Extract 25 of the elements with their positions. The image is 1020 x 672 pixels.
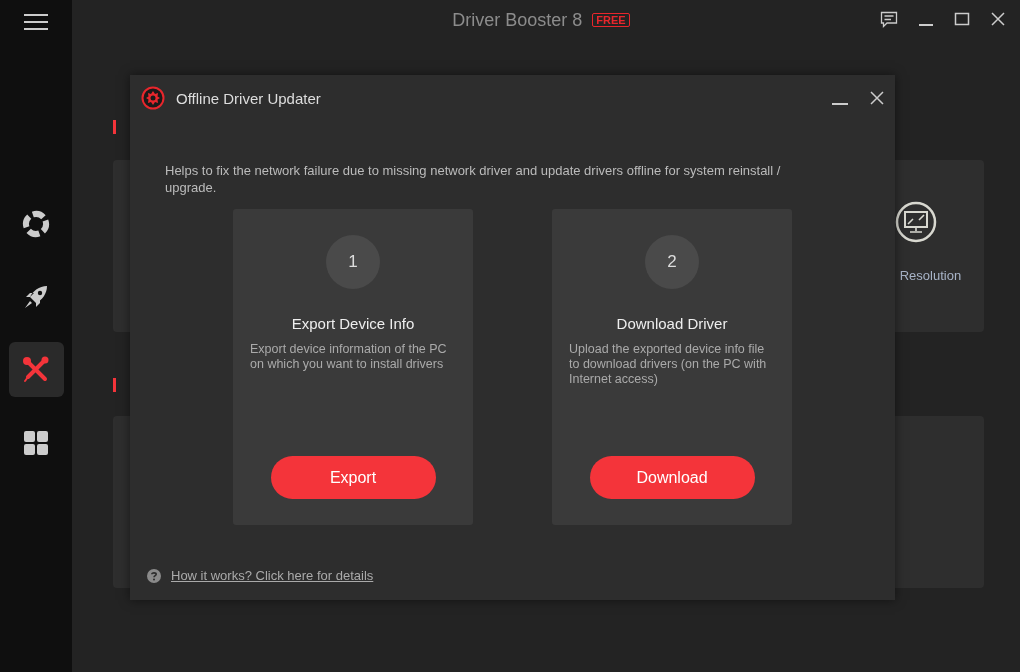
- dialog-title: Offline Driver Updater: [176, 89, 321, 107]
- monitor-icon: [894, 200, 939, 244]
- step-number: 1: [326, 235, 380, 289]
- export-button[interactable]: Export: [270, 456, 436, 499]
- menu-icon[interactable]: [24, 13, 48, 31]
- section-marker: [113, 378, 116, 392]
- description-text: Helps to fix the network failure due to missing network driver and update drivers offline for system reinstall / upgrade.: [165, 162, 782, 196]
- step-description: Export device information of the PC on which you want to install drivers: [249, 342, 448, 372]
- window-title: Driver Booster 8: [452, 9, 583, 31]
- app-logo-icon: [141, 86, 165, 110]
- tools-icon: [21, 354, 51, 385]
- lifebuoy-icon: [22, 209, 50, 238]
- grid-icon: [23, 429, 49, 456]
- close-icon[interactable]: [869, 90, 885, 106]
- free-badge: FREE: [592, 13, 630, 27]
- step-description: Upload the exported device info file to download drivers (on the PC with Internet access): [568, 342, 768, 387]
- step-number: 2: [645, 235, 699, 289]
- step-title: Export Device Info: [291, 315, 415, 332]
- feedback-icon[interactable]: [880, 11, 898, 29]
- step-title: Download Driver: [616, 315, 728, 332]
- section-marker: [113, 120, 116, 134]
- sidebar-tools-button[interactable]: [8, 342, 64, 397]
- download-button[interactable]: Download: [589, 456, 755, 499]
- help-icon: [147, 568, 161, 583]
- help-link[interactable]: How it works? Click here for details: [171, 568, 374, 583]
